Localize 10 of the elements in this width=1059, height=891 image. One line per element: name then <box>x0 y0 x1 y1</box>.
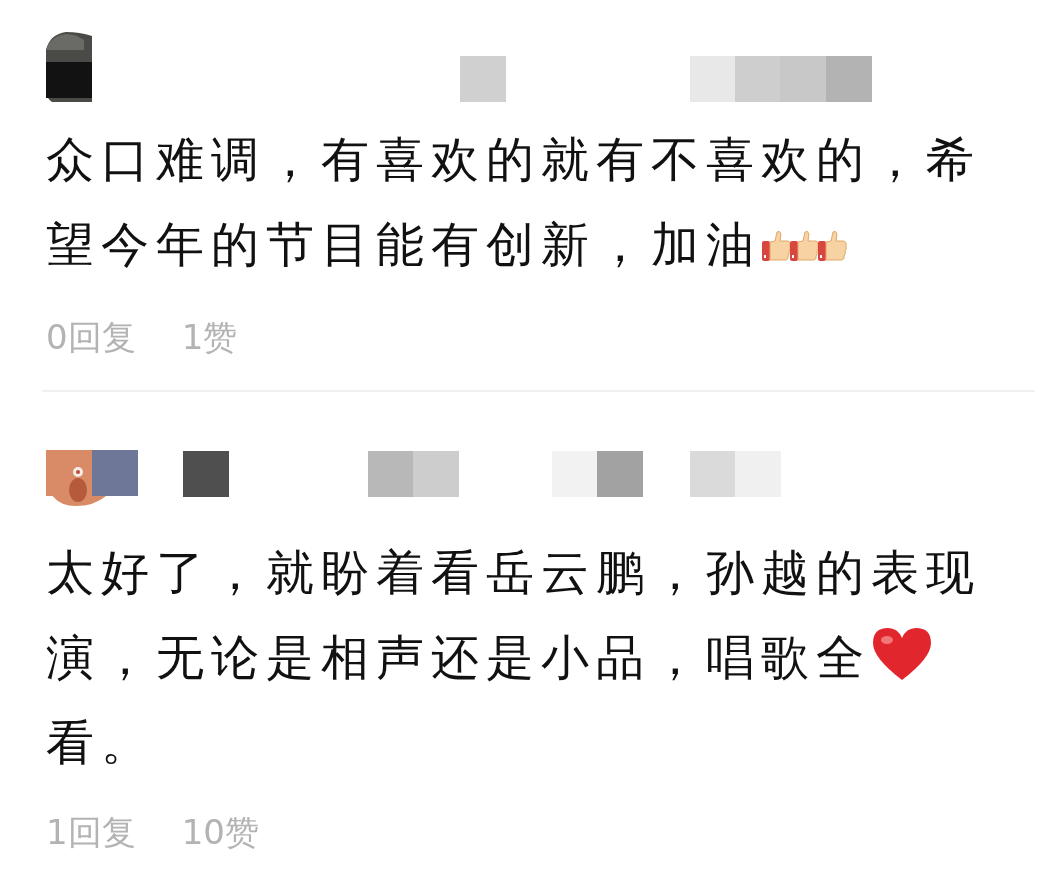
comment-text: 众口难调，有喜欢的就有不喜欢的，希望今年的节目能有创新，加油 <box>46 130 982 274</box>
reply-count[interactable]: 0回复 <box>46 315 136 361</box>
reply-count[interactable]: 1回复 <box>46 810 136 856</box>
thumbs-up-icon <box>789 229 819 263</box>
comment-text: 太好了，就盼着看岳云鹏，孙越的表现演，无论是相声还是小品，唱歌全 看。 <box>46 543 982 772</box>
thumbs-up-icon <box>761 229 791 263</box>
like-count[interactable]: 1赞 <box>181 315 238 361</box>
heart-icon <box>871 626 933 682</box>
thumbs-up-icon <box>817 229 847 263</box>
like-count[interactable]: 10赞 <box>181 810 259 856</box>
